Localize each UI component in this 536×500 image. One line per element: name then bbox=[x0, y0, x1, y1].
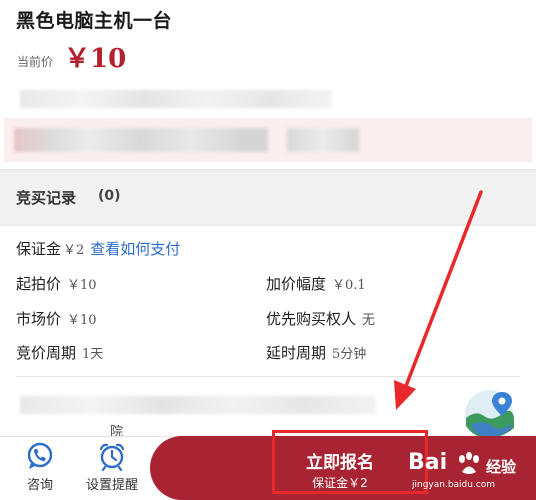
set-reminder-button[interactable]: 设置提醒 bbox=[82, 441, 142, 499]
alarm-clock-icon bbox=[99, 443, 125, 471]
delay-label: 延时周期 bbox=[266, 344, 327, 362]
start-price-value: ￥10 bbox=[67, 278, 97, 293]
current-price-label: 当前价 bbox=[17, 55, 54, 69]
item-title: 黑色电脑主机一台 bbox=[16, 10, 173, 32]
deposit-value: ￥2 bbox=[63, 243, 85, 258]
consult-label: 咨询 bbox=[26, 478, 53, 493]
increment-row: 加价幅度 ￥0.1 bbox=[266, 273, 366, 294]
blurred-notice-text-2 bbox=[287, 128, 359, 152]
blurred-text bbox=[20, 90, 332, 108]
map-location-icon[interactable] bbox=[462, 388, 516, 438]
bid-records-count: (0) bbox=[98, 188, 121, 204]
market-price-row: 市场价 ￥10 bbox=[16, 308, 97, 329]
period-row: 竞价周期 1天 bbox=[16, 342, 103, 363]
item-summary-card: 黑色电脑主机一台 当前价 ￥10 bbox=[0, 0, 536, 170]
increment-value: ￥0.1 bbox=[332, 278, 366, 293]
phone-chat-icon bbox=[27, 442, 53, 469]
deposit-label: 保证金 bbox=[16, 240, 62, 258]
watermark-url: jingyan.baidu.com bbox=[412, 480, 496, 490]
auction-details: 保证金 ￥2 查看如何支付 起拍价 ￥10 加价幅度 ￥0.1 市场价 ￥10 优先购买权… bbox=[0, 226, 536, 440]
current-price-value: ￥10 bbox=[64, 44, 127, 74]
how-to-pay-link[interactable]: 查看如何支付 bbox=[90, 240, 180, 258]
priority-value: 无 bbox=[362, 313, 376, 328]
watermark-brand-cn: 经验 bbox=[486, 458, 517, 476]
delay-value: 5分钟 bbox=[332, 347, 367, 362]
period-value: 1天 bbox=[82, 347, 104, 362]
market-price-label: 市场价 bbox=[16, 310, 62, 328]
priority-row: 优先购买权人无 bbox=[266, 308, 375, 329]
bid-records-label: 竞买记录 bbox=[16, 189, 77, 207]
period-label: 竞价周期 bbox=[16, 344, 77, 362]
increment-label: 加价幅度 bbox=[266, 275, 327, 293]
baidu-watermark: Bai 经验 jingyan.baidu.com bbox=[400, 448, 530, 498]
deposit-row: 保证金 ￥2 查看如何支付 bbox=[16, 238, 180, 259]
priority-label: 优先购买权人 bbox=[266, 310, 357, 328]
consult-button[interactable]: 咨询 bbox=[10, 441, 70, 499]
paw-icon bbox=[459, 452, 479, 474]
set-reminder-label: 设置提醒 bbox=[85, 478, 138, 493]
divider bbox=[16, 376, 520, 377]
watermark-brand: Bai bbox=[408, 450, 448, 475]
delay-row: 延时周期 5分钟 bbox=[266, 342, 366, 363]
start-price-label: 起拍价 bbox=[16, 275, 62, 293]
bid-records-header[interactable]: 竞买记录 (0) bbox=[0, 172, 536, 224]
start-price-row: 起拍价 ￥10 bbox=[16, 273, 97, 294]
blurred-notice-text bbox=[14, 128, 268, 152]
market-price-value: ￥10 bbox=[67, 313, 97, 328]
blurred-court-text bbox=[20, 396, 376, 414]
